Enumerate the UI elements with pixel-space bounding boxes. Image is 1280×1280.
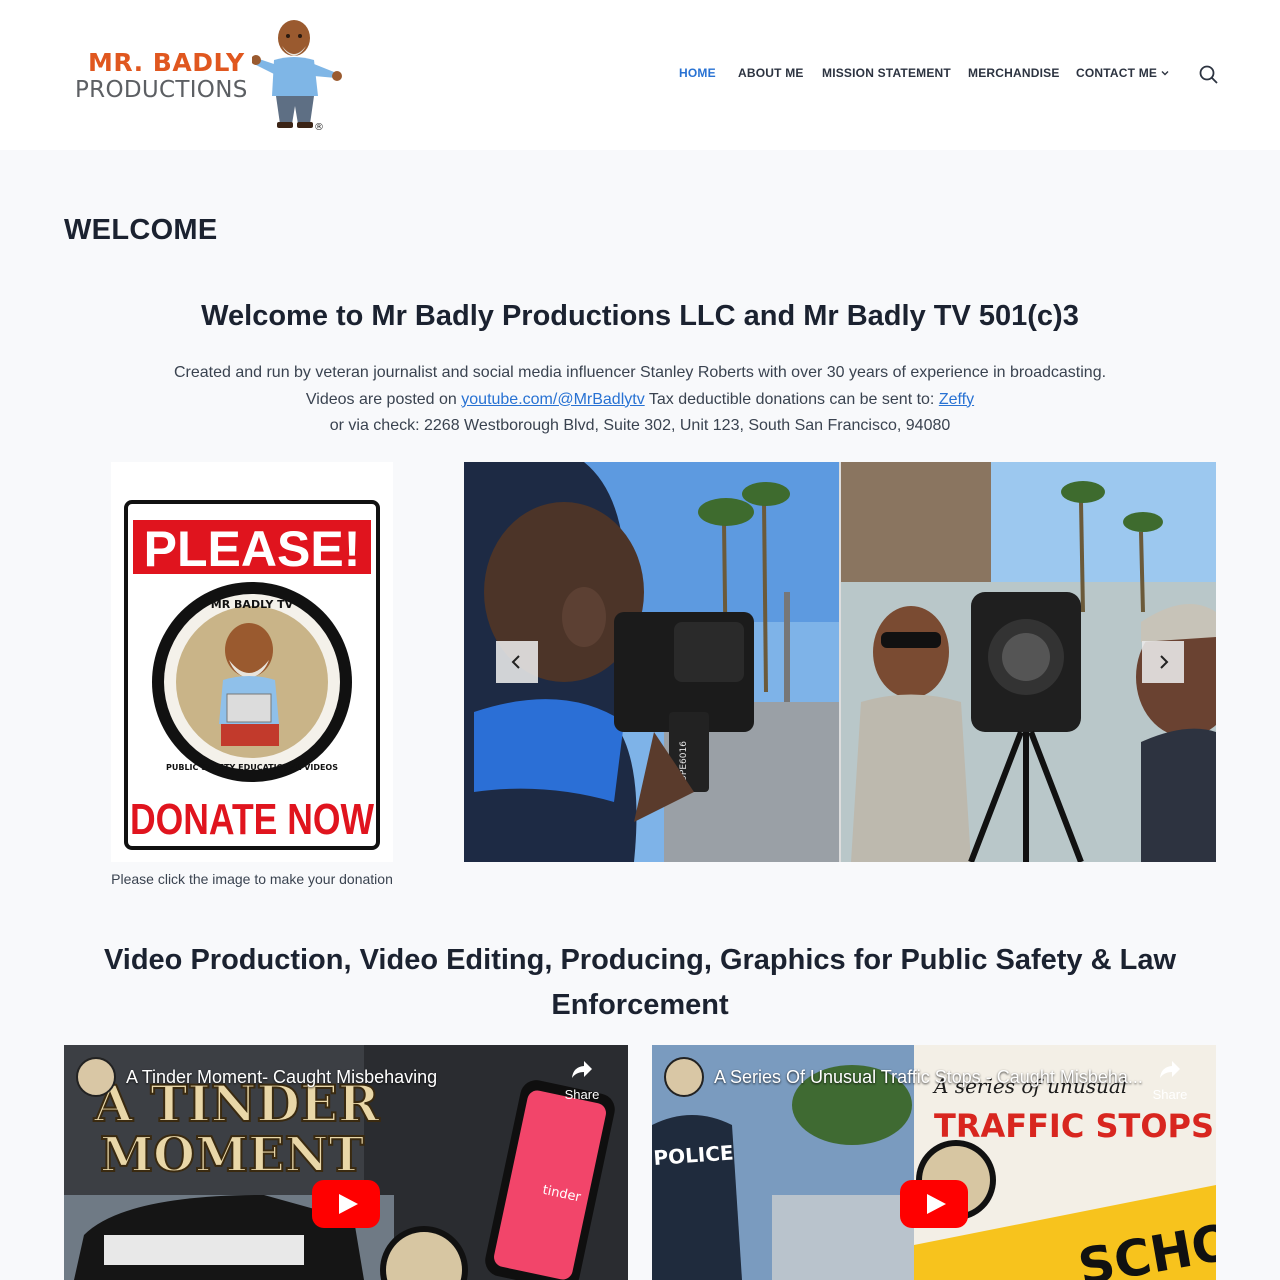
video2-share-button[interactable]: Share — [1145, 1059, 1195, 1102]
intro-line-1: Created and run by veteran journalist an… — [173, 364, 1107, 381]
video2-thumb-text-2: TRAFFIC STOPS — [934, 1107, 1214, 1145]
video1-thumb-text-2: MOMENT — [100, 1127, 365, 1183]
nav-item-about-me[interactable]: ABOUT ME — [738, 66, 804, 80]
hero-heading: Welcome to Mr Badly Productions LLC and … — [201, 300, 1079, 332]
intro-line-2: Videos are posted on youtube.com/@MrBadl… — [0, 387, 1280, 414]
services-heading: Video Production, Video Editing, Produci… — [103, 944, 1177, 1021]
search-icon[interactable] — [1198, 64, 1219, 85]
intro-text: Created and run by veteran journalist an… — [0, 360, 1280, 440]
nav-item-home[interactable]: HOME — [679, 66, 716, 80]
video1-share-label: Share — [564, 1087, 600, 1102]
channel-avatar[interactable] — [664, 1057, 704, 1097]
photo-slider[interactable]: DPE6016 — [464, 462, 1216, 862]
intro-line-2-prefix: Videos are posted on — [305, 390, 462, 408]
nav-item-mission-statement[interactable]: MISSION STATEMENT — [822, 66, 951, 80]
share-icon — [572, 1061, 592, 1078]
youtube-play-icon[interactable] — [900, 1180, 968, 1228]
donate-sign-graphic: PLEASE! MR BADLY TV PUBLIC SAFETY EDUCAT… — [124, 500, 380, 850]
seal-bottom-text: PUBLIC SAFETY EDUCATIONAL VIDEOS — [166, 763, 338, 772]
video-embed-unusual-traffic-stops[interactable]: POLICE A series of unusual TRAFFIC STOPS… — [652, 1045, 1216, 1280]
nav-item-contact-me[interactable]: CONTACT ME — [1076, 66, 1157, 80]
intro-line-2-middle: Tax deductible donations can be sent to: — [644, 390, 939, 408]
video1-title[interactable]: A Tinder Moment- Caught Misbehaving — [126, 1067, 437, 1088]
main-nav: HOME ABOUT ME MISSION STATEMENT MERCHAND… — [0, 66, 1280, 84]
seal-top-text: MR BADLY TV — [211, 598, 294, 611]
donate-sign-top-text: PLEASE! — [144, 521, 361, 577]
video2-share-label: Share — [1152, 1087, 1188, 1102]
video-embed-tinder-moment[interactable]: A TINDER MOMENT tinder A Tinder Moment- … — [64, 1045, 628, 1280]
donate-caption: Please click the image to make your dona… — [111, 871, 393, 887]
chevron-right-icon — [1160, 655, 1169, 669]
video2-title[interactable]: A Series Of Unusual Traffic Stops - Caug… — [714, 1067, 1143, 1088]
donate-sign-bottom-text: DONATE NOW — [130, 795, 374, 844]
chevron-left-icon — [511, 655, 520, 669]
donate-now-image[interactable]: PLEASE! MR BADLY TV PUBLIC SAFETY EDUCAT… — [111, 462, 393, 862]
chevron-down-icon[interactable] — [1159, 67, 1171, 79]
slider-next-button[interactable] — [1142, 641, 1184, 683]
nav-item-merchandise[interactable]: MERCHANDISE — [968, 66, 1060, 80]
channel-avatar[interactable] — [76, 1057, 116, 1097]
video1-share-button[interactable]: Share — [557, 1059, 607, 1102]
zeffy-link[interactable]: Zeffy — [939, 391, 974, 408]
slider-prev-button[interactable] — [496, 641, 538, 683]
youtube-play-icon[interactable] — [312, 1180, 380, 1228]
share-icon — [1160, 1061, 1180, 1078]
youtube-link[interactable]: youtube.com/@MrBadlytv — [461, 391, 644, 408]
site-header: MR. BADLY PRODUCTIONS ® HOME ABOUT ME MI… — [0, 0, 1280, 150]
page-title: WELCOME — [64, 214, 218, 246]
registered-mark: ® — [314, 122, 324, 133]
intro-line-3: or via check: 2268 Westborough Blvd, Sui… — [329, 417, 951, 434]
